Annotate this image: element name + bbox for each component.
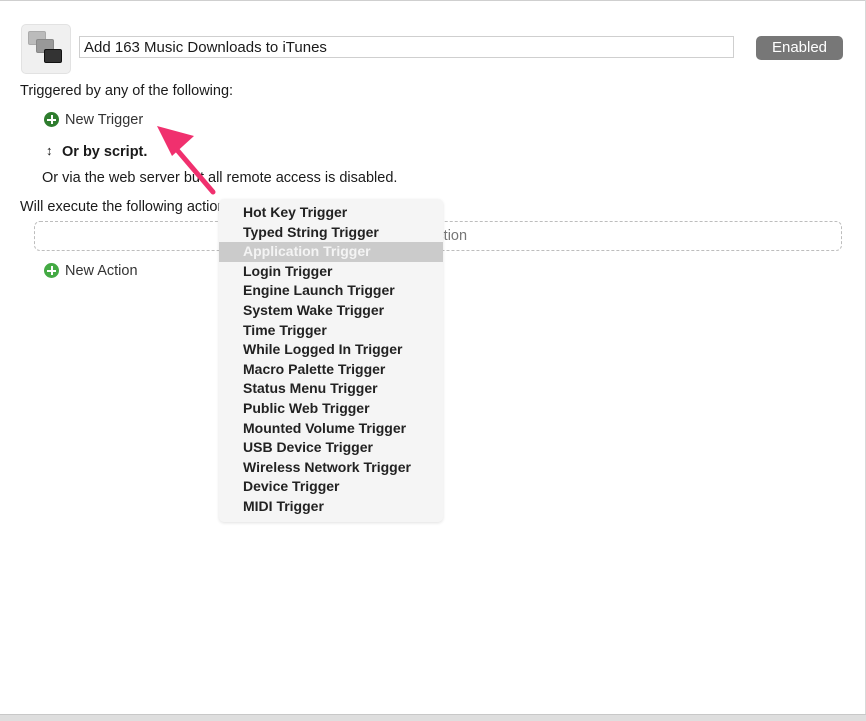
menu-item-macro-palette[interactable]: Macro Palette Trigger — [219, 360, 443, 380]
plus-icon — [44, 263, 59, 278]
menu-item-status-menu[interactable]: Status Menu Trigger — [219, 379, 443, 399]
new-action-label: New Action — [65, 263, 138, 279]
window-icon — [44, 49, 62, 63]
trigger-type-menu[interactable]: Hot Key Trigger Typed String Trigger App… — [219, 199, 443, 522]
menu-item-mounted-volume[interactable]: Mounted Volume Trigger — [219, 419, 443, 439]
menu-item-while-logged-in[interactable]: While Logged In Trigger — [219, 340, 443, 360]
triggers-heading: Triggered by any of the following: — [20, 83, 234, 99]
disclosure-chevron-icon: ↕ — [46, 143, 53, 158]
menu-item-hot-key[interactable]: Hot Key Trigger — [219, 203, 443, 223]
menu-item-midi[interactable]: MIDI Trigger — [219, 497, 443, 517]
enabled-button[interactable]: Enabled — [756, 36, 843, 60]
menu-item-application[interactable]: Application Trigger — [219, 242, 443, 262]
menu-item-device[interactable]: Device Trigger — [219, 477, 443, 497]
actions-heading: Will execute the following actions: — [20, 199, 237, 215]
menu-item-usb-device[interactable]: USB Device Trigger — [219, 438, 443, 458]
or-by-script-label: Or by script. — [62, 144, 148, 160]
annotation-arrow-icon — [157, 126, 216, 195]
macro-name-input[interactable]: Add 163 Music Downloads to iTunes — [79, 36, 734, 58]
menu-item-system-wake[interactable]: System Wake Trigger — [219, 301, 443, 321]
window-top-border — [0, 0, 866, 1]
macro-icon[interactable] — [21, 24, 71, 74]
new-trigger-label: New Trigger — [65, 112, 144, 128]
menu-item-time[interactable]: Time Trigger — [219, 321, 443, 341]
plus-icon — [44, 112, 59, 127]
menu-item-public-web[interactable]: Public Web Trigger — [219, 399, 443, 419]
menu-item-engine-launch[interactable]: Engine Launch Trigger — [219, 281, 443, 301]
menu-item-wireless-network[interactable]: Wireless Network Trigger — [219, 458, 443, 478]
menu-item-typed-string[interactable]: Typed String Trigger — [219, 223, 443, 243]
menu-item-login[interactable]: Login Trigger — [219, 262, 443, 282]
